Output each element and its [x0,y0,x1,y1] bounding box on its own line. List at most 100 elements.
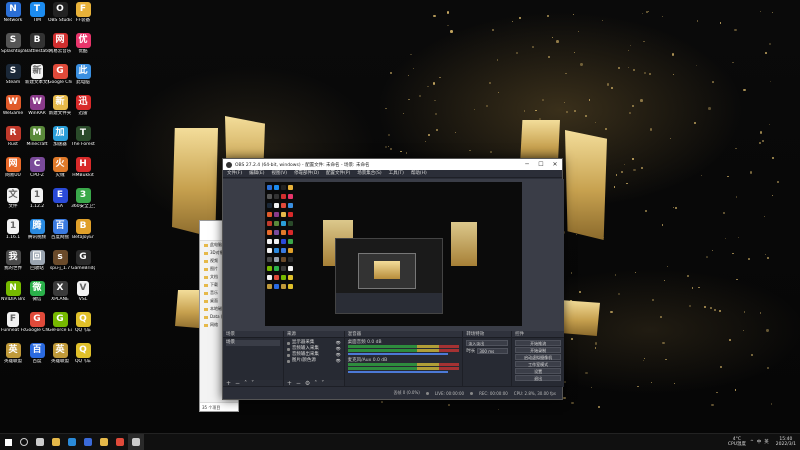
gold-speck [447,24,449,27]
control-button-5[interactable]: 退出 [515,375,562,381]
desktop-icon[interactable]: N Network [2,2,24,23]
desktop-icon[interactable]: Q QQ飞车 [72,312,94,333]
gold-speck [576,234,578,236]
preview-folder-icon [281,212,286,217]
desktop-icon[interactable]: 英英雄联盟 [49,343,71,364]
desktop-icon[interactable]: V VSL [72,281,94,302]
desktop-icon[interactable]: 新新建文件夹 [49,95,71,116]
desktop-icon[interactable]: 回回收站 [26,250,48,271]
desktop-icon[interactable]: R Rust [2,126,24,147]
desktop-icon[interactable]: F FF装备 [72,2,94,23]
taskbar-edge-icon[interactable] [64,434,80,450]
taskbar-chrome-taskbar-icon[interactable] [112,434,128,450]
tray-item[interactable]: 英 [764,440,769,445]
menu-item-7[interactable]: 帮助(H) [411,170,427,177]
desktop-icon[interactable]: E EA [49,188,71,209]
desktop-icon[interactable]: 1 1.16.1 [2,219,24,240]
menu-item-1[interactable]: 编辑(E) [249,170,264,177]
desktop-icon[interactable]: 优优酷 [72,33,94,54]
desktop-icon[interactable]: 我我的世界 [2,250,24,271]
desktop-icon[interactable]: T TIM [26,2,48,23]
weather-widget[interactable]: 4°C CPU温度 [728,437,746,447]
taskbar-task-view-icon[interactable] [32,434,48,450]
control-button-0[interactable]: 开始推流 [515,340,562,346]
control-button-3[interactable]: 工作室模式 [515,361,562,367]
menu-item-4[interactable]: 配置文件(P) [326,170,350,177]
scene-item[interactable]: 场景 [226,340,280,346]
desktop-icon[interactable]: NNVIDIA Broadcast [1,281,25,302]
preview-canvas[interactable] [265,182,522,326]
taskbar-store-icon[interactable] [80,434,96,450]
desktop-icon[interactable]: 网网易云音乐 [49,33,71,54]
volume-slider[interactable] [347,353,449,355]
obs-window[interactable]: OBS 27.2.4 (64-bit, windows) - 配置文件: 未命名… [222,158,565,400]
gold-speck [400,150,402,153]
desktop-icon[interactable]: H HMBukkit [72,157,94,178]
menu-item-0[interactable]: 文件(F) [227,170,242,177]
desktop-icon[interactable]: 百百度网盘 [49,219,71,240]
desktop-icon-label: 网易UU [5,173,21,178]
desktop-icon[interactable]: 网网易UU [2,157,24,178]
computer-icon: 此 [75,64,91,79]
desktop-icon[interactable]: 此此电脑 [72,64,94,85]
visibility-eye-icon[interactable]: 👁 [336,358,341,364]
menu-item-2[interactable]: 视图(V) [271,170,287,177]
desktop-icon[interactable]: 1 1.12.2 [26,188,48,209]
maximize-icon[interactable]: ☐ [534,161,548,168]
desktop-icon[interactable]: 加加速器 [49,126,71,147]
desktop-icon[interactable]: 新新建文本文档 [25,64,49,85]
taskbar-file-explorer-icon[interactable] [48,434,64,450]
desktop-icon[interactable]: W WinRAR [26,95,48,116]
desktop-icon[interactable]: BBattlestate Games L... [25,33,49,54]
taskbar-search-icon[interactable] [16,434,32,450]
gold-speck [714,308,717,311]
minimize-icon[interactable]: ─ [520,161,534,168]
obs-titlebar[interactable]: OBS 27.2.4 (64-bit, windows) - 配置文件: 未命名… [223,159,562,170]
desktop-icon[interactable]: 微微信 [26,281,48,302]
obs-preview-area[interactable] [223,179,564,331]
desktop-icon[interactable]: Q QQ飞车 [72,343,94,364]
desktop-icon[interactable]: W WeGame [2,95,24,116]
transition-duration-input[interactable]: 300 ms [477,348,509,354]
desktop-icon[interactable]: GGameBridge [71,250,95,271]
desktop-icon[interactable]: GGoogle Chrome [25,312,49,333]
desktop-icon[interactable]: O OBS Studio [48,2,72,23]
tray-item[interactable]: 中 [757,440,762,445]
desktop-icon[interactable]: 文文件 [2,188,24,209]
menu-item-3[interactable]: 停靠部件(D) [294,170,319,177]
taskbar-folder-taskbar-icon[interactable] [96,434,112,450]
volume-slider[interactable] [347,371,449,373]
control-button-2[interactable]: 启动虚拟摄像机 [515,354,562,360]
desktop-icon[interactable]: S Steam [2,64,24,85]
control-button-1[interactable]: 开始录制 [515,347,562,353]
desktop-icon[interactable]: GGoogle Chrome [48,64,72,85]
audio-meter [347,363,460,366]
tray-item[interactable]: ^ [750,440,754,445]
desktop-icon[interactable]: 迅迅雷 [72,95,94,116]
desktop-icon[interactable]: C CPU-Z [26,157,48,178]
taskbar-windows-start-icon[interactable] [0,434,16,450]
desktop-icon[interactable]: GGeForce Experience [48,312,72,333]
preview-nested-obs [335,238,443,314]
desktop-icon[interactable]: 火火绒 [49,157,71,178]
control-button-4[interactable]: 设置 [515,368,562,374]
taskbar-obs-taskbar-icon[interactable] [128,433,144,450]
desktop-icon[interactable]: X XPLANE [49,281,71,302]
desktop-icon[interactable]: SSplashtopStreamer [1,33,25,54]
transition-type-select[interactable]: 淡入淡出 [466,340,509,346]
desktop-icon[interactable]: FFunneat Fonts [1,312,25,333]
desktop-icon[interactable]: 3 360安全卫士 [71,188,95,209]
preview-qq-speed-icon-2 [288,284,293,289]
desktop-icon[interactable]: M Minecraft [26,126,48,147]
desktop-icon[interactable]: s spu-j_1.7 [49,250,71,271]
menu-item-6[interactable]: 工具(T) [389,170,404,177]
close-icon[interactable]: ✕ [548,161,562,168]
desktop-icon[interactable]: T The Forest [71,126,95,147]
desktop-icon[interactable]: 百百度 [26,343,48,364]
desktop-icon[interactable]: B BetaJoyEr [72,219,94,240]
clock[interactable]: 15:40 2022/3/1 [776,437,796,447]
source-item[interactable]: 图片/颜色源 👁 [286,358,341,364]
desktop-icon[interactable]: 英英雄联盟 [2,343,24,364]
menu-item-5[interactable]: 场景集合(S) [357,170,381,177]
desktop-icon[interactable]: 腾腾讯视频 [26,219,48,240]
